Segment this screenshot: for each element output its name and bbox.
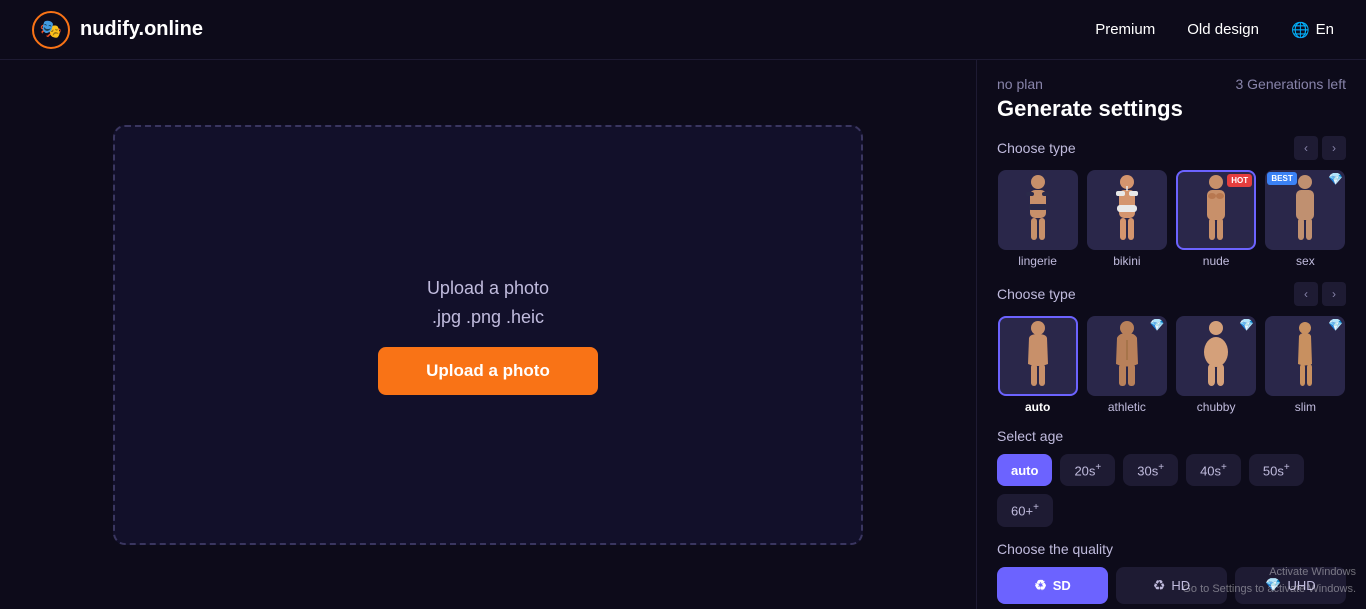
body-card-athletic[interactable]: 💎 athletic [1086, 316, 1167, 414]
body-card-img-slim: 💎 [1265, 316, 1345, 396]
type-card-bikini[interactable]: bikini [1086, 170, 1167, 268]
choose-type-label: Choose type [997, 140, 1076, 156]
diamond-icon-athletic: 💎 [1150, 318, 1165, 332]
type-card-img-nude: HOT [1176, 170, 1256, 250]
age-buttons: auto 20s+ 30s+ 40s+ 50s+ 60++ [997, 454, 1346, 527]
body-type-prev-arrow[interactable]: ‹ [1294, 282, 1318, 306]
type-card-label-bikini: bikini [1113, 254, 1140, 268]
type-card-nude[interactable]: HOT nude [1176, 170, 1257, 268]
body-card-auto[interactable]: auto [997, 316, 1078, 414]
age-btn-30s[interactable]: 30s+ [1123, 454, 1178, 486]
age-btn-50s[interactable]: 50s+ [1249, 454, 1304, 486]
plan-row: no plan 3 Generations left [997, 76, 1346, 92]
type-card-sex[interactable]: 💎 BEST sex [1265, 170, 1346, 268]
type-card-img-sex: 💎 BEST [1265, 170, 1345, 250]
left-panel: Upload a photo .jpg .png .heic Upload a … [0, 60, 976, 609]
body-card-img-athletic: 💎 [1087, 316, 1167, 396]
type-nav-arrows: ‹ › [1294, 136, 1346, 160]
type-card-label-nude: nude [1203, 254, 1230, 268]
choose-body-type-header: Choose type ‹ › [997, 282, 1346, 306]
recycle-icon-hd: ♻ [1153, 577, 1166, 594]
nav-links: Premium Old design 🌐 En [1095, 21, 1334, 39]
age-btn-40s[interactable]: 40s+ [1186, 454, 1241, 486]
upload-photo-button[interactable]: Upload a photo [378, 347, 598, 395]
logo-area: 🎭 nudify.online [32, 11, 203, 49]
right-panel: no plan 3 Generations left Generate sett… [976, 60, 1366, 609]
generations-left: 3 Generations left [1235, 76, 1346, 92]
premium-link[interactable]: Premium [1095, 21, 1155, 38]
logo-text: nudify.online [80, 18, 203, 41]
diamond-icon-chubby: 💎 [1239, 318, 1254, 332]
old-design-link[interactable]: Old design [1187, 21, 1259, 38]
select-age-label: Select age [997, 428, 1346, 444]
type-cards: lingerie bikini [997, 170, 1346, 268]
diamond-icon-sex: 💎 [1328, 172, 1343, 186]
body-type-next-arrow[interactable]: › [1322, 282, 1346, 306]
badge-hot: HOT [1227, 174, 1252, 187]
age-btn-60plus[interactable]: 60++ [997, 494, 1053, 526]
recycle-icon-sd: ♻ [1034, 577, 1047, 594]
body-card-slim[interactable]: 💎 slim [1265, 316, 1346, 414]
main-layout: Upload a photo .jpg .png .heic Upload a … [0, 60, 1366, 609]
type-card-lingerie[interactable]: lingerie [997, 170, 1078, 268]
body-card-img-chubby: 💎 [1176, 316, 1256, 396]
type-card-img-bikini [1087, 170, 1167, 250]
header: 🎭 nudify.online Premium Old design 🌐 En [0, 0, 1366, 60]
generate-settings-title: Generate settings [997, 96, 1346, 122]
body-card-label-auto: auto [1025, 400, 1050, 414]
windows-watermark: Activate Windows Go to Settings to activ… [1182, 564, 1356, 599]
quality-btn-sd[interactable]: ♻ SD [997, 567, 1108, 604]
age-btn-20s[interactable]: 20s+ [1060, 454, 1115, 486]
badge-best: BEST [1267, 172, 1296, 185]
choose-body-type-label: Choose type [997, 286, 1076, 302]
type-card-label-lingerie: lingerie [1018, 254, 1057, 268]
body-type-nav-arrows: ‹ › [1294, 282, 1346, 306]
body-card-label-slim: slim [1295, 400, 1316, 414]
type-card-label-sex: sex [1296, 254, 1315, 268]
body-card-img-auto [998, 316, 1078, 396]
body-card-chubby[interactable]: 💎 chubby [1176, 316, 1257, 414]
logo-icon: 🎭 [32, 11, 70, 49]
body-card-label-chubby: chubby [1197, 400, 1236, 414]
plan-label: no plan [997, 76, 1043, 92]
body-type-cards: auto 💎 athletic [997, 316, 1346, 414]
body-card-label-athletic: athletic [1108, 400, 1146, 414]
age-btn-auto[interactable]: auto [997, 454, 1052, 486]
type-next-arrow[interactable]: › [1322, 136, 1346, 160]
choose-type-header: Choose type ‹ › [997, 136, 1346, 160]
diamond-icon-slim: 💎 [1328, 318, 1343, 332]
quality-label: Choose the quality [997, 541, 1346, 557]
upload-instructions: Upload a photo .jpg .png .heic [427, 274, 549, 332]
type-card-img-lingerie [998, 170, 1078, 250]
upload-area[interactable]: Upload a photo .jpg .png .heic Upload a … [113, 125, 863, 545]
language-button[interactable]: 🌐 En [1291, 21, 1334, 39]
type-prev-arrow[interactable]: ‹ [1294, 136, 1318, 160]
